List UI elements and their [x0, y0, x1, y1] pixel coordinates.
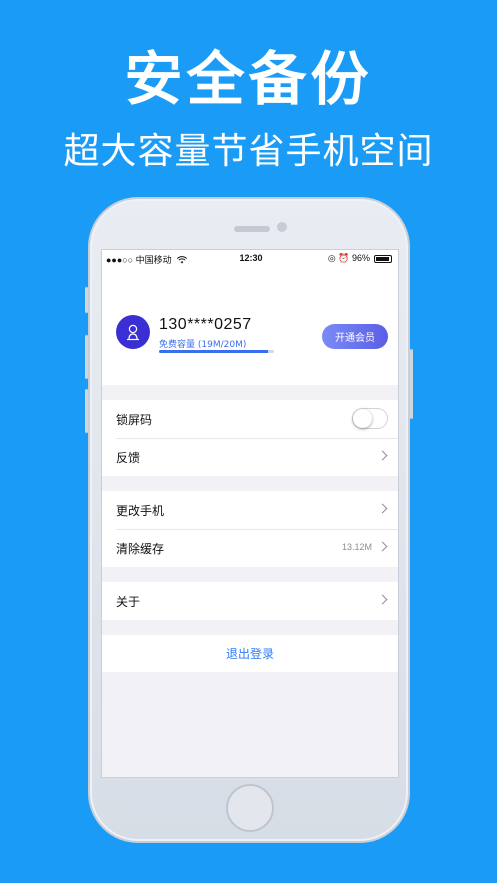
battery-icon	[374, 255, 392, 263]
lock-label: 锁屏码	[116, 412, 153, 427]
phone-frame: ●●●○○ 中国移动 12:30 ◎ ⏰ 96% 130****0257 免费容…	[85, 197, 413, 843]
power-button	[410, 349, 413, 419]
profile-card: 130****0257 免费容量 (19M/20M) 开通会员	[102, 267, 398, 385]
home-button[interactable]	[226, 784, 274, 832]
earpiece-speaker	[234, 226, 270, 232]
storage-progress-fill	[159, 350, 269, 353]
volume-up-button	[85, 335, 88, 379]
lock-toggle[interactable]	[352, 408, 388, 429]
toggle-knob	[353, 409, 372, 428]
settings-group-device: 更改手机 清除缓存 13.12M	[102, 491, 398, 567]
settings-row-feedback[interactable]: 反馈	[102, 438, 398, 476]
chevron-right-icon	[377, 450, 388, 461]
change-phone-label: 更改手机	[116, 503, 165, 518]
settings-row-change-phone[interactable]: 更改手机	[102, 491, 398, 529]
front-camera	[277, 222, 287, 232]
user-icon	[127, 324, 139, 341]
settings-row-about[interactable]: 关于	[102, 582, 398, 620]
banner-title: 安全备份	[124, 45, 373, 113]
chevron-right-icon	[377, 503, 388, 514]
storage-label: 免费容量 (19M/20M)	[159, 340, 247, 350]
cache-size-value: 13.12M	[341, 542, 372, 552]
volume-down-button	[85, 389, 88, 433]
mute-switch	[85, 287, 88, 313]
settings-group-security: 锁屏码 反馈	[102, 400, 398, 476]
status-indicators: ◎ ⏰ 96%	[327, 253, 370, 263]
vip-button[interactable]: 开通会员	[322, 324, 388, 349]
chevron-right-icon	[377, 541, 388, 552]
settings-row-clear-cache[interactable]: 清除缓存 13.12M	[102, 529, 398, 567]
account-phone-number: 130****0257	[159, 316, 252, 333]
banner-subtitle: 超大容量节省手机空间	[63, 131, 434, 172]
chevron-right-icon	[377, 594, 388, 605]
status-bar: ●●●○○ 中国移动 12:30 ◎ ⏰ 96%	[102, 250, 398, 267]
logout-button[interactable]: 退出登录	[102, 635, 398, 672]
phone-screen: ●●●○○ 中国移动 12:30 ◎ ⏰ 96% 130****0257 免费容…	[101, 249, 399, 778]
clear-cache-label: 清除缓存	[116, 541, 165, 556]
feedback-label: 反馈	[116, 450, 141, 465]
settings-row-lock[interactable]: 锁屏码	[102, 400, 398, 438]
settings-group-about: 关于	[102, 582, 398, 620]
storage-progress-bar	[159, 350, 274, 353]
avatar[interactable]	[116, 315, 150, 349]
about-label: 关于	[116, 594, 141, 609]
